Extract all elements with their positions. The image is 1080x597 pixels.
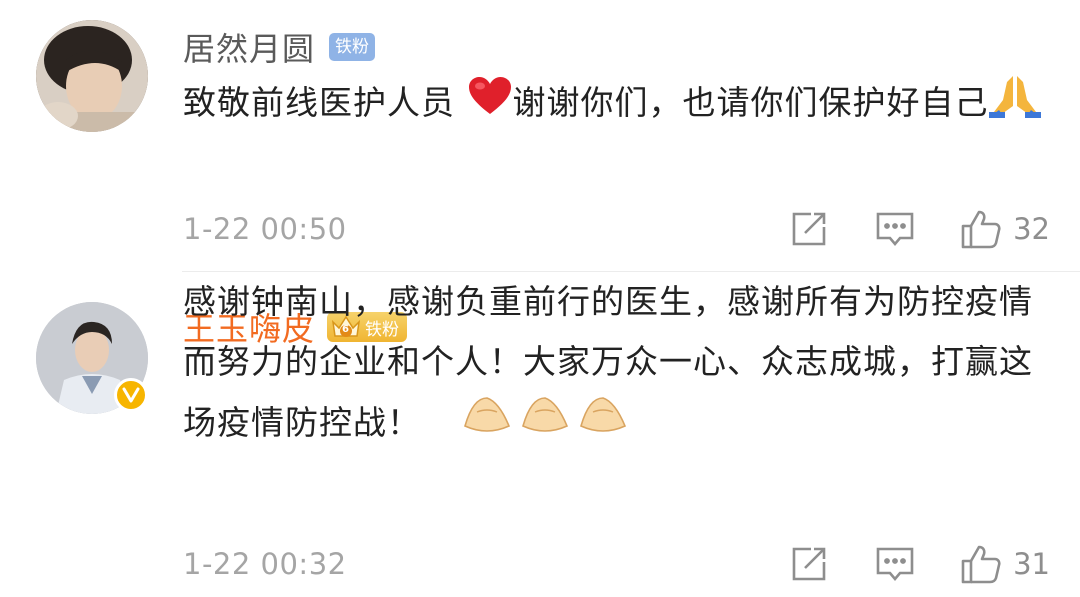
username[interactable]: 居然月圆 <box>183 24 315 70</box>
heart-emoji <box>467 75 513 135</box>
comment-text: 感谢钟南山，感谢负重前行的医生，感谢所有为防控疫情而努力的企业和个人！大家万众一… <box>183 272 1053 457</box>
fan-badge: 铁粉 <box>329 33 376 61</box>
like-count: 32 <box>1013 212 1050 246</box>
like-count: 31 <box>1013 547 1050 581</box>
comment-text: 致敬前线医护人员 谢谢你们，也请你们保护好自己 <box>183 72 1053 137</box>
comment-item: 居然月圆 铁粉 致敬前线医护人员 谢谢你们，也请你们保护好自己 1-22 00:… <box>0 0 1080 272</box>
reply-icon[interactable] <box>875 209 915 249</box>
comment-text-part: 致敬前线医护人员 <box>183 83 467 122</box>
reply-icon[interactable] <box>875 544 915 584</box>
timestamp: 1-22 00:32 <box>183 547 347 581</box>
avatar[interactable] <box>36 20 148 132</box>
comment-item: 王玉嗨皮 6 铁粉 感谢钟南山，感谢负重前行的医生，感谢所有为防控疫情而努力的企… <box>0 272 1080 597</box>
share-icon[interactable] <box>789 544 829 584</box>
verified-badge-icon <box>114 378 148 412</box>
pray-emoji <box>988 72 1041 137</box>
timestamp: 1-22 00:50 <box>183 212 347 246</box>
comment-text-part: 谢谢你们，也请你们保护好自己 <box>512 83 989 122</box>
share-icon[interactable] <box>789 209 829 249</box>
pray-hands-emoji <box>461 392 633 457</box>
thumbs-up-icon[interactable] <box>961 209 1001 249</box>
thumbs-up-icon[interactable] <box>961 544 1001 584</box>
